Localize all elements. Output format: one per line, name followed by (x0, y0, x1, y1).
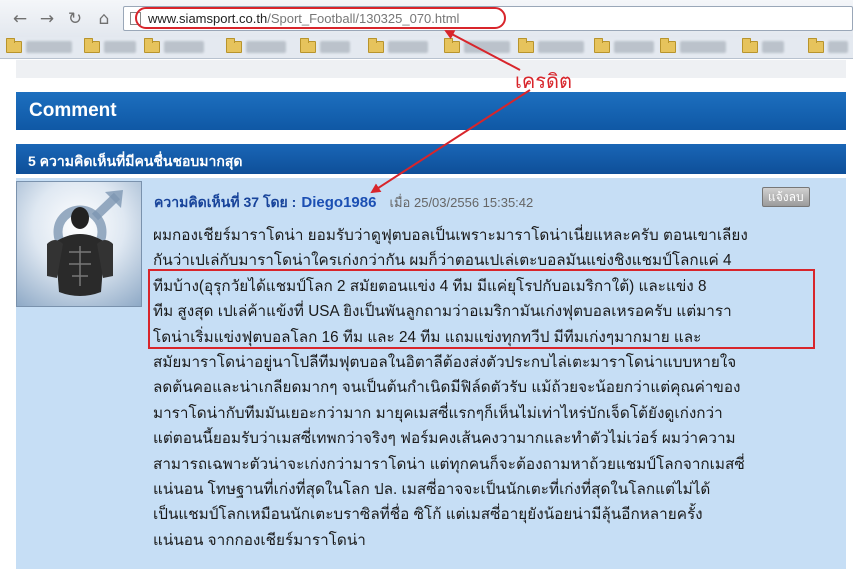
bookmark-label-blurred[interactable] (246, 41, 286, 53)
comment-meta: ความคิดเห็นที่ 37 โดย : Diego1986 เมื่อ … (154, 192, 533, 214)
comment-number-label: ความคิดเห็นที่ 37 โดย : (154, 194, 297, 210)
comment-line: ลดต้นคอและน่าเกลียดมากๆ จนเป็นต้นกำเนิดม… (153, 379, 741, 397)
bookmark-label-blurred[interactable] (320, 41, 350, 53)
comment-header-title: Comment (29, 100, 117, 121)
most-liked-header-title: 5 ความคิดเห็นที่มีคนชื่นชอบมากสุด (28, 153, 243, 169)
comment-line: ผมกองเชียร์มาราโดน่า ยอมรับว่าดูฟุตบอลเป… (153, 227, 748, 244)
folder-icon[interactable] (808, 38, 824, 53)
folder-icon[interactable] (368, 38, 384, 53)
bookmark-label-blurred[interactable] (538, 41, 584, 53)
folder-icon[interactable] (660, 38, 676, 53)
credit-annotation-label: เครดิต (515, 69, 572, 93)
folder-icon[interactable] (144, 38, 160, 53)
comment-line: สามารถเฉพาะตัวน่าจะเก่งกว่ามาราโดน่า แต่… (153, 455, 745, 473)
folder-icon[interactable] (300, 38, 316, 53)
comment-line: แน่นอน จากกองเชียร์มาราโดน่า (153, 531, 366, 549)
bookmark-label-blurred[interactable] (104, 41, 136, 53)
folder-icon[interactable] (518, 38, 534, 53)
bookmark-label-blurred[interactable] (388, 41, 428, 53)
report-button[interactable]: แจ้งลบ (762, 187, 810, 207)
most-liked-header-bar: 5 ความคิดเห็นที่มีคนชื่นชอบมากสุด (16, 144, 846, 174)
url-highlight-oval (135, 7, 506, 29)
text-highlight-box (148, 269, 815, 349)
back-arrow-icon[interactable]: ← (9, 8, 31, 30)
folder-icon[interactable] (742, 38, 758, 53)
forward-arrow-icon[interactable]: → (36, 8, 58, 30)
page-top-strip (16, 60, 846, 78)
comment-line: แน่นอน โทษฐานที่เก่งที่สุดในโลก ปล. เมสซ… (153, 481, 711, 499)
bookmark-label-blurred[interactable] (26, 41, 72, 53)
folder-icon[interactable] (6, 38, 22, 53)
folder-icon[interactable] (444, 38, 460, 53)
bookmark-label-blurred[interactable] (164, 41, 204, 53)
bookmark-label-blurred[interactable] (614, 41, 654, 53)
bookmark-label-blurred[interactable] (762, 41, 784, 53)
comment-line: เป็นแชมป์โลกเหมือนนักเตะบราซิลที่ชื่อ ซิ… (153, 506, 703, 524)
folder-icon[interactable] (84, 38, 100, 53)
folder-icon[interactable] (226, 38, 242, 53)
bookmark-label-blurred[interactable] (828, 41, 848, 53)
comment-card: ความคิดเห็นที่ 37 โดย : Diego1986 เมื่อ … (16, 178, 846, 569)
home-icon[interactable]: ⌂ (93, 8, 115, 30)
comment-header-bar: Comment (16, 92, 846, 130)
comment-timestamp: เมื่อ 25/03/2556 15:35:42 (389, 195, 534, 210)
comment-username-link[interactable]: Diego1986 (301, 194, 376, 211)
avatar[interactable] (16, 181, 142, 307)
comment-line: มาราโดน่ากับทีมมันเยอะกว่ามาก มายุคเมสซี… (153, 404, 723, 422)
bookmark-label-blurred[interactable] (680, 41, 726, 53)
comment-line: แต่ตอนนี้ยอมรับว่าเมสซี่เทพกว่าจริงๆ ฟอร… (153, 430, 736, 448)
reload-icon[interactable]: ↻ (64, 8, 86, 30)
folder-icon[interactable] (594, 38, 610, 53)
browser-window: ← → ↻ ⌂ www.siamsport.co.th/Sport_Footba… (0, 0, 853, 569)
comment-line: สมัยมาราโดน่าอยู่นาโปลีทีมฟุตบอลในอิตาลี… (153, 354, 737, 372)
avatar-image (47, 190, 123, 296)
bookmarks-bar (0, 37, 853, 59)
bookmark-label-blurred[interactable] (464, 41, 510, 53)
